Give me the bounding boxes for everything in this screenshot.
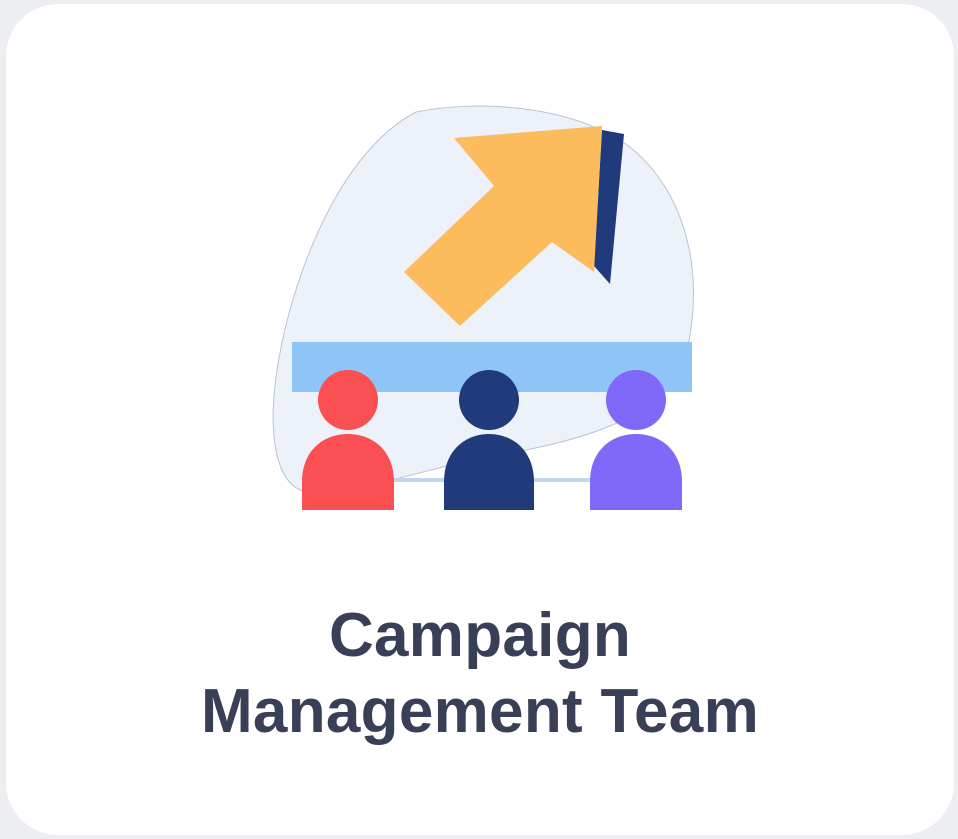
card-title-line2: Management Team <box>200 677 760 746</box>
team-growth-arrow-icon <box>272 105 694 510</box>
team-card[interactable]: Campaign Management Team <box>6 4 954 835</box>
card-title-line1: Campaign <box>328 601 632 670</box>
card-title: Campaign Management Team <box>6 598 954 750</box>
